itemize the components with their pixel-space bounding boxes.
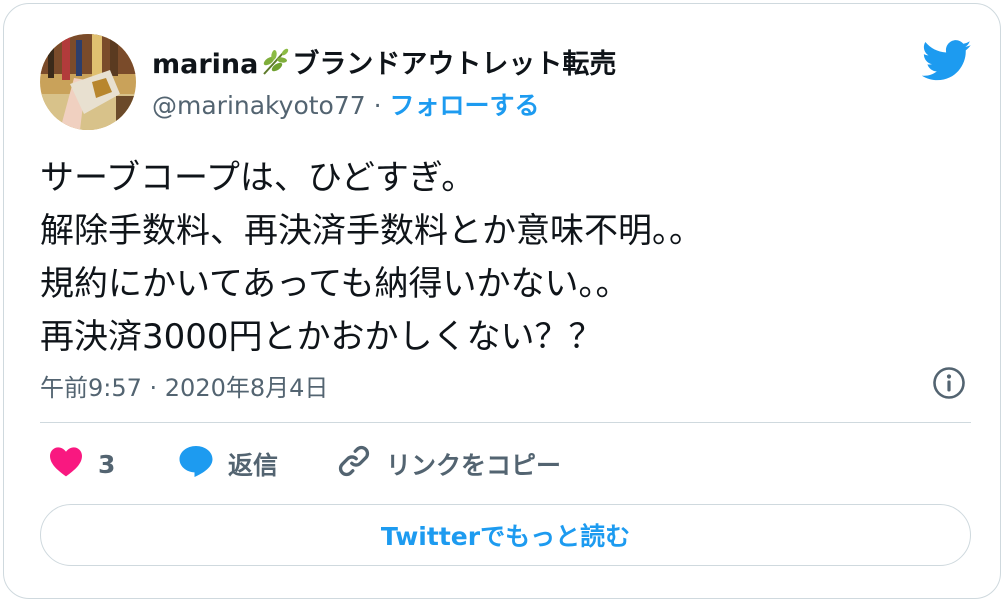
separator-dot: · [365, 91, 390, 120]
copy-link-button[interactable]: リンクをコピー [336, 444, 561, 484]
handle-row: @marinakyoto77 · フォローする [152, 86, 540, 122]
read-more-label: Twitterでもっと読む [380, 522, 631, 551]
avatar[interactable] [40, 34, 136, 130]
speech-bubble-icon [178, 444, 228, 484]
read-more-button[interactable]: Twitterでもっと読む [40, 504, 971, 566]
reply-button[interactable]: 返信 [178, 444, 278, 484]
display-name-suffix: ブランドアウトレット転売 [292, 49, 617, 80]
user-handle[interactable]: @marinakyoto77 [152, 91, 366, 120]
twitter-bird-icon[interactable] [921, 40, 972, 82]
display-name-text: marina [152, 49, 259, 80]
tweet-line: サーブコープは、ひどすぎ。 [40, 158, 476, 198]
tweet-embed-card: marina ブランドアウトレット転売 @marinakyoto77 · フォロ… [3, 3, 1001, 599]
tweet-text: サーブコープは、ひどすぎ。 解除手数料、再決済手数料とか意味不明。。 規約にかい… [40, 152, 970, 364]
herb-leaf-icon [260, 47, 290, 84]
link-icon [336, 443, 386, 485]
copy-link-label: リンクをコピー [386, 451, 562, 480]
like-button[interactable]: 3 [48, 444, 115, 484]
display-name[interactable]: marina ブランドアウトレット転売 [152, 42, 616, 84]
tweet-line: 規約にかいてあっても納得いかない。。 [40, 264, 630, 304]
like-count: 3 [98, 449, 116, 479]
info-icon[interactable] [932, 366, 966, 400]
avatar-image [40, 34, 136, 130]
divider [40, 422, 971, 423]
tweet-line: 再決済3000円とかおかしくない？？ [40, 317, 603, 357]
follow-link[interactable]: フォローする [390, 91, 540, 120]
heart-icon [48, 445, 98, 483]
action-bar: 3 返信 リンクをコピー [40, 444, 971, 484]
reply-label: 返信 [228, 451, 279, 480]
tweet-line: 解除手数料、再決済手数料とか意味不明。。 [40, 211, 703, 251]
tweet-timestamp[interactable]: 午前9:57 · 2020年8月4日 [40, 368, 328, 403]
